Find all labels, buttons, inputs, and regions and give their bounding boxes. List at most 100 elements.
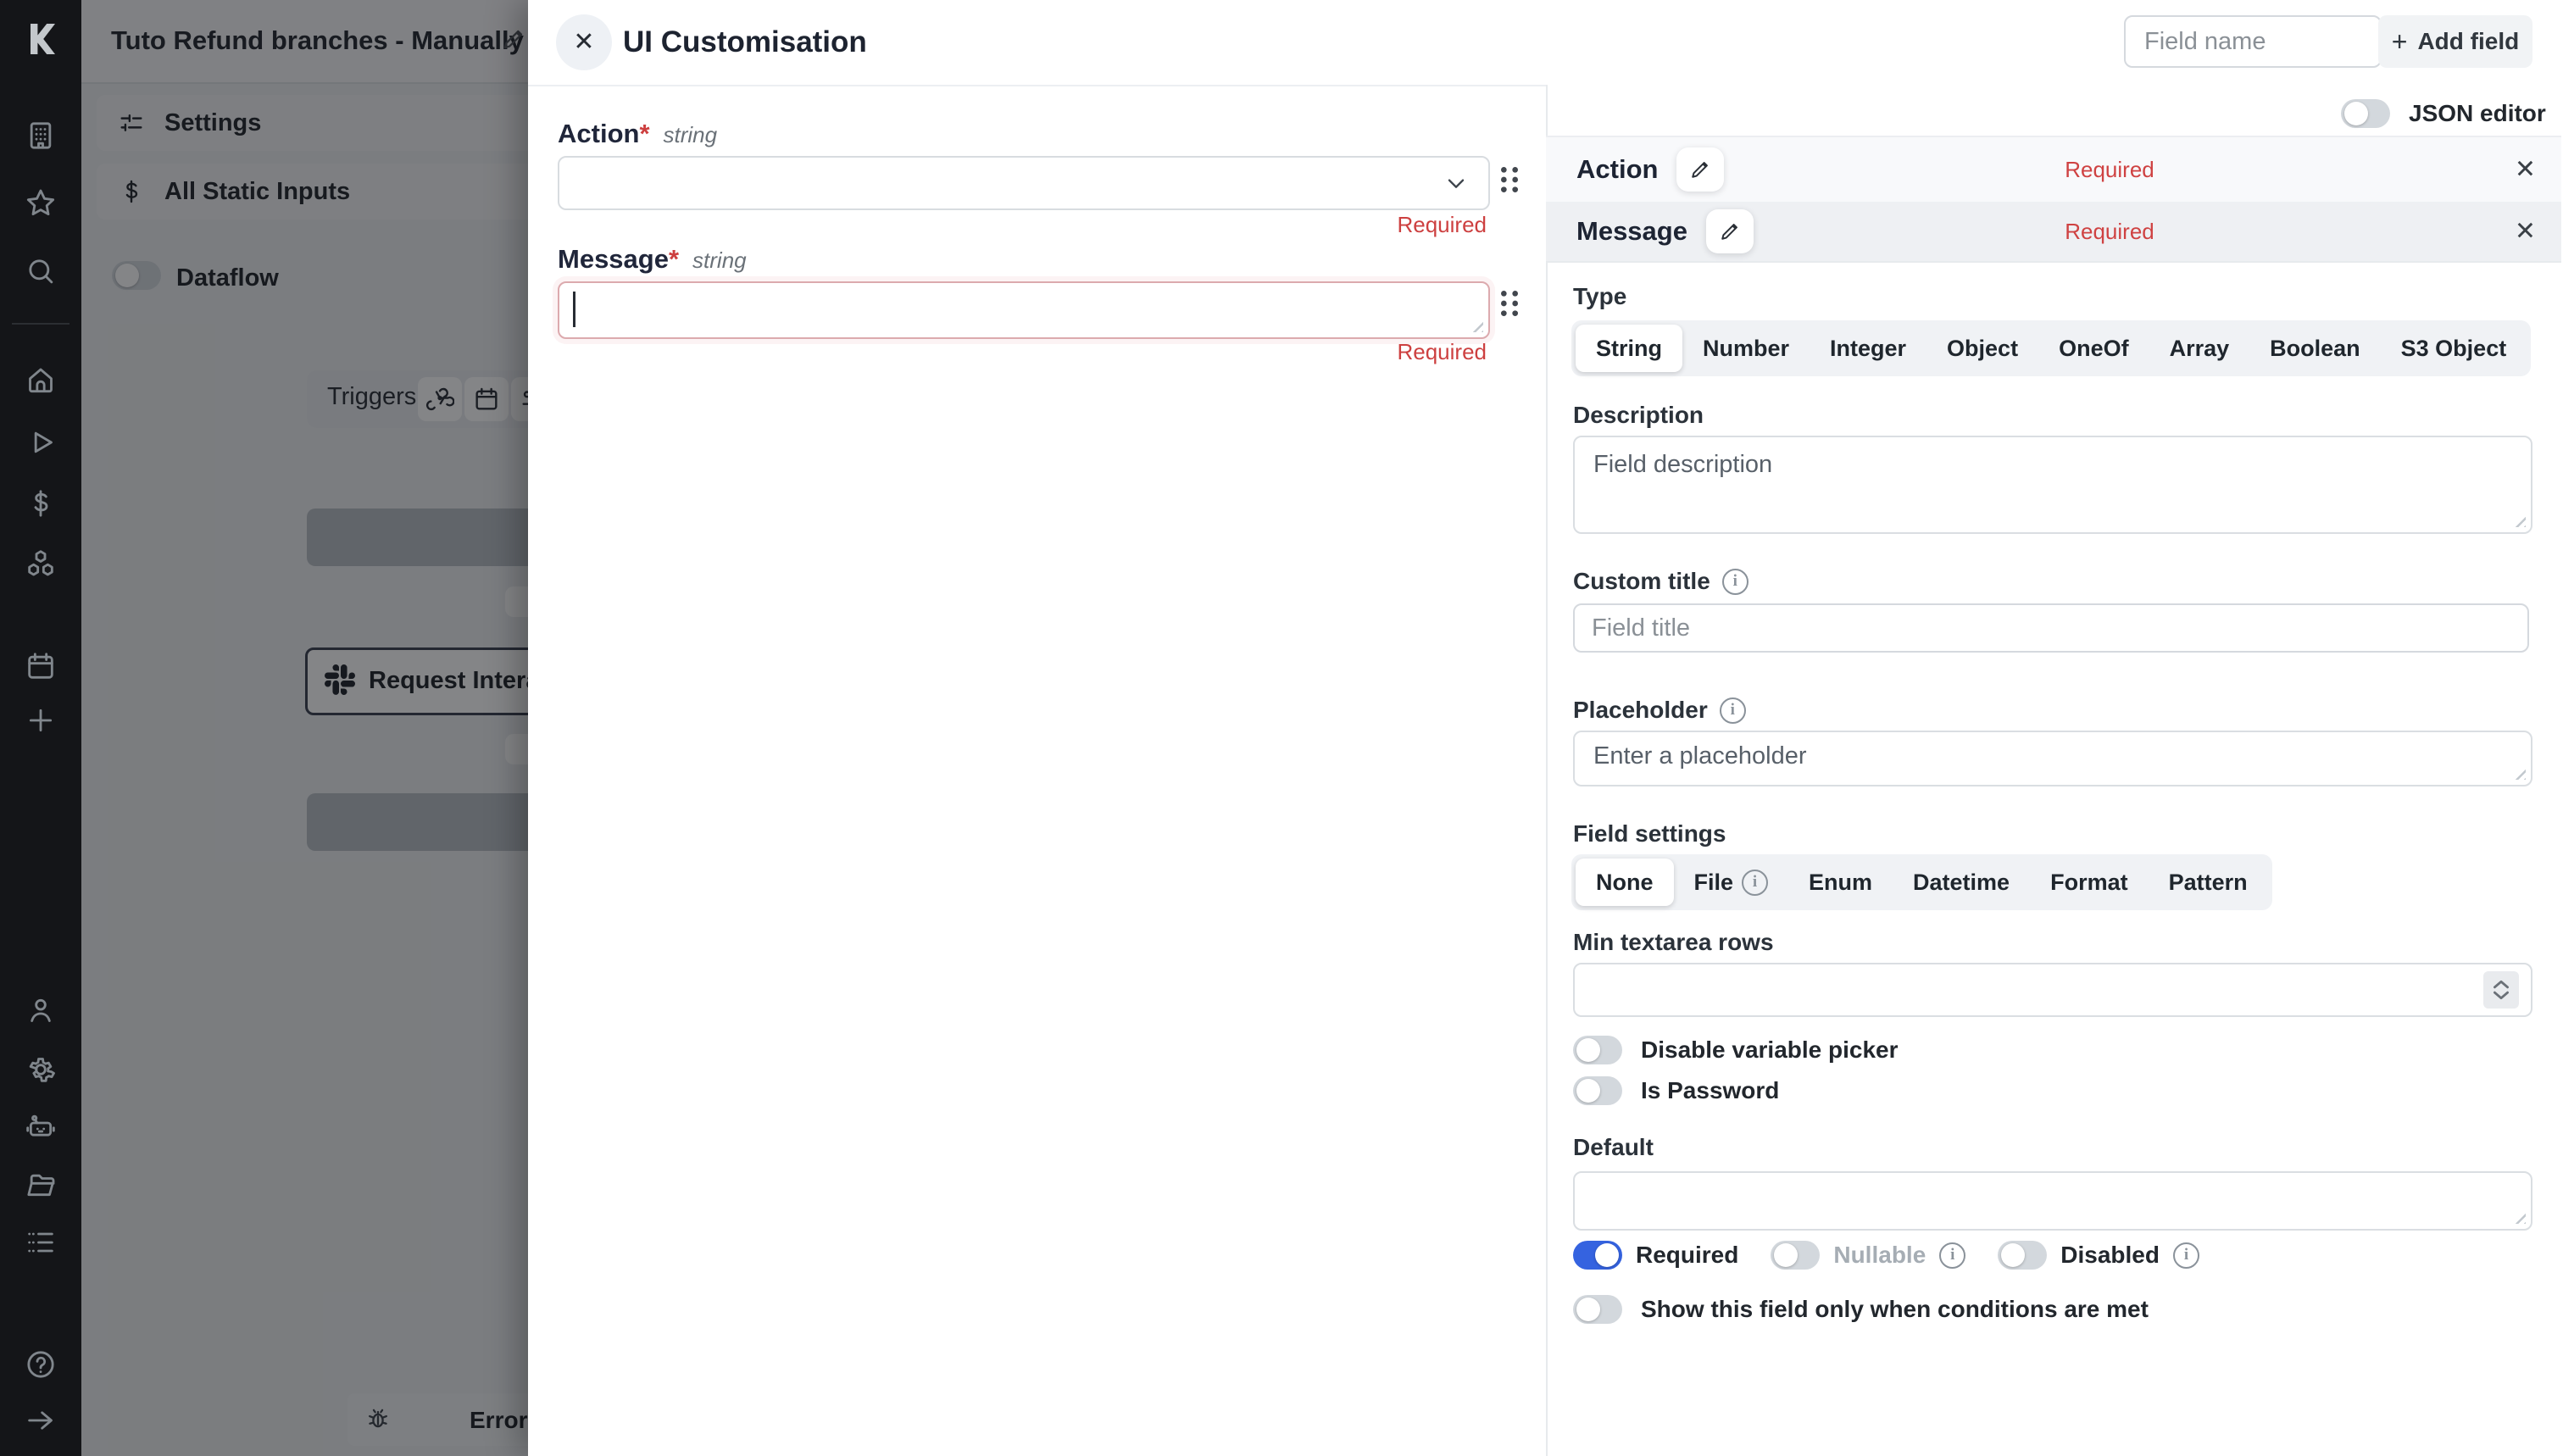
field-name-input[interactable] xyxy=(2124,15,2382,68)
required-toggle[interactable] xyxy=(1573,1241,1622,1270)
field-row-title: Message xyxy=(1576,216,1687,247)
disable-variable-picker-row: Disable variable picker xyxy=(1573,1036,1899,1064)
option-label: Pattern xyxy=(2169,870,2248,896)
nullable-toggle[interactable] xyxy=(1771,1241,1820,1270)
field-setting-enum[interactable]: Enum xyxy=(1788,859,1893,906)
remove-field-button[interactable]: ✕ xyxy=(2510,212,2541,252)
description-textarea[interactable] xyxy=(1575,437,2531,532)
placeholder-textarea[interactable] xyxy=(1575,732,2531,785)
type-option-oneof[interactable]: OneOf xyxy=(2038,325,2149,372)
sidebar-search-button[interactable] xyxy=(24,254,58,288)
plus-icon xyxy=(24,703,58,737)
sidebar-help-button[interactable] xyxy=(24,1348,58,1381)
arrow-right-icon xyxy=(24,1403,58,1437)
type-option-string[interactable]: String xyxy=(1576,325,1682,372)
help-circle-icon xyxy=(24,1348,58,1381)
sidebar-calendar-button[interactable] xyxy=(24,649,58,683)
number-stepper[interactable] xyxy=(2483,971,2519,1009)
flow-editor-panel: Tuto Refund branches - Manually Settings… xyxy=(81,0,528,1456)
field-row-action[interactable]: Action Required ✕ xyxy=(1546,136,2561,203)
info-icon[interactable]: i xyxy=(2173,1242,2199,1269)
edit-field-button[interactable] xyxy=(1676,147,1724,192)
field-row-message[interactable]: Message Required ✕ xyxy=(1546,202,2561,263)
building-icon xyxy=(24,119,58,153)
sidebar-home-button[interactable] xyxy=(24,363,58,397)
toggle-knob xyxy=(1576,1298,1600,1321)
sidebar-ai-button[interactable] xyxy=(24,1110,58,1144)
field-setting-none[interactable]: None xyxy=(1576,859,1674,906)
sidebar-logs-button[interactable] xyxy=(24,1225,58,1259)
required-asterisk: * xyxy=(669,244,679,275)
modal-backdrop-overlay[interactable] xyxy=(81,0,528,1456)
sidebar-building-button[interactable] xyxy=(24,119,58,153)
message-drag-handle[interactable] xyxy=(1497,286,1522,320)
sidebar-collapse-button[interactable] xyxy=(24,1403,58,1437)
type-option-integer[interactable]: Integer xyxy=(1810,325,1926,372)
search-icon xyxy=(24,254,58,288)
resize-handle[interactable] xyxy=(1470,319,1483,332)
field-row-required-badge: Required xyxy=(1970,157,2249,183)
min-textarea-rows-input[interactable] xyxy=(1573,963,2532,1017)
label-text: Placeholder xyxy=(1573,697,1708,724)
type-option-object[interactable]: Object xyxy=(1926,325,2038,372)
modal-close-button[interactable]: ✕ xyxy=(556,14,612,70)
toggle-knob xyxy=(1774,1243,1798,1267)
field-setting-file[interactable]: Filei xyxy=(1674,859,1789,906)
condition-toggle[interactable] xyxy=(1573,1295,1622,1324)
remove-field-button[interactable]: ✕ xyxy=(2510,150,2541,190)
info-icon[interactable]: i xyxy=(1742,870,1768,896)
toggle-knob xyxy=(1595,1243,1619,1267)
type-option-boolean[interactable]: Boolean xyxy=(2249,325,2381,372)
action-drag-handle[interactable] xyxy=(1497,163,1522,197)
field-label-text: Message xyxy=(558,244,669,275)
field-setting-format[interactable]: Format xyxy=(2030,859,2149,906)
close-icon: ✕ xyxy=(2515,218,2536,246)
type-option-number[interactable]: Number xyxy=(1682,325,1810,372)
sidebar-add-button[interactable] xyxy=(24,703,58,737)
type-option-array[interactable]: Array xyxy=(2149,325,2250,372)
field-type-hint: string xyxy=(692,247,747,274)
cubes-icon xyxy=(24,547,58,581)
action-required-text: Required xyxy=(558,212,1487,238)
modal-title: UI Customisation xyxy=(623,0,867,85)
edit-field-button[interactable] xyxy=(1706,209,1754,253)
disabled-toggle[interactable] xyxy=(1998,1241,2047,1270)
sidebar-executions-button[interactable] xyxy=(24,425,58,459)
min-textarea-rows-label: Min textarea rows xyxy=(1573,929,1774,956)
description-field-wrap xyxy=(1573,436,2532,534)
sidebar-settings-button[interactable] xyxy=(24,1053,58,1086)
disable-variable-picker-toggle[interactable] xyxy=(1573,1036,1622,1064)
is-password-row: Is Password xyxy=(1573,1076,1779,1105)
info-icon[interactable]: i xyxy=(1939,1242,1965,1269)
sidebar-blueprints-button[interactable] xyxy=(24,547,58,581)
sidebar-users-button[interactable] xyxy=(24,993,58,1027)
info-icon[interactable]: i xyxy=(1722,569,1749,595)
option-label: Datetime xyxy=(1913,870,2010,896)
custom-title-input[interactable] xyxy=(1573,603,2529,653)
description-label: Description xyxy=(1573,402,1704,429)
field-setting-pattern[interactable]: Pattern xyxy=(2149,859,2268,906)
action-select[interactable] xyxy=(558,156,1490,210)
field-setting-datetime[interactable]: Datetime xyxy=(1893,859,2030,906)
info-icon[interactable]: i xyxy=(1720,697,1746,724)
plus-icon: + xyxy=(2392,28,2408,55)
message-textarea[interactable] xyxy=(558,281,1490,339)
toggle-knob xyxy=(1576,1038,1600,1062)
json-editor-toggle[interactable] xyxy=(2341,99,2390,128)
type-option-s3object[interactable]: S3 Object xyxy=(2381,325,2527,372)
sidebar-star-button[interactable] xyxy=(24,186,58,220)
list-icon xyxy=(24,1225,58,1259)
sidebar-divider xyxy=(12,323,69,325)
kestra-logo-icon[interactable] xyxy=(20,19,61,59)
sidebar-files-button[interactable] xyxy=(24,1168,58,1202)
chevron-up-icon xyxy=(2490,978,2512,989)
disabled-flag-label: Disabled xyxy=(2060,1242,2160,1269)
sidebar-billing-button[interactable] xyxy=(24,486,58,520)
add-field-button[interactable]: + Add field xyxy=(2378,15,2532,68)
default-textarea[interactable] xyxy=(1575,1173,2531,1229)
is-password-toggle[interactable] xyxy=(1573,1076,1622,1105)
add-field-label: Add field xyxy=(2417,28,2519,55)
option-label: Boolean xyxy=(2270,336,2360,362)
option-label: Integer xyxy=(1830,336,1906,362)
chevron-down-icon xyxy=(1443,169,1470,197)
